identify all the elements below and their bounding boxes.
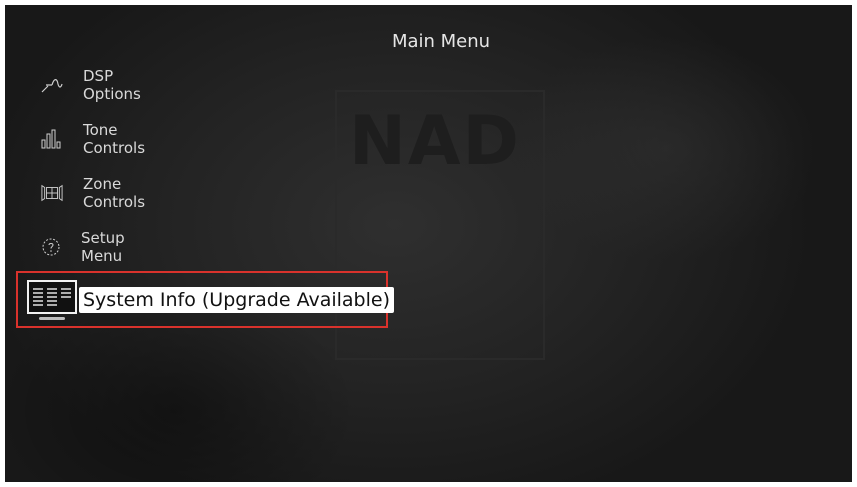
nad-logo-text: NAD (349, 102, 521, 181)
dsp-wave-icon (41, 75, 63, 95)
menu-item-setup-menu[interactable]: Setup Menu (33, 229, 127, 265)
menu-item-dsp-options[interactable]: DSP Options (33, 67, 141, 103)
menu-item-label: Zone Controls (83, 175, 146, 211)
menu-item-tone-controls[interactable]: Tone Controls (33, 121, 146, 157)
menu-item-zone-controls[interactable]: Zone Controls (33, 175, 146, 211)
menu-item-label: System Info (Upgrade Available) (79, 286, 394, 313)
zone-speakers-icon (41, 183, 63, 203)
tv-screen: NAD Main Menu DSP Options Tone Controls (5, 5, 852, 482)
menu-item-system-info[interactable]: System Info (Upgrade Available) (16, 271, 394, 328)
menu-item-label: Setup Menu (81, 229, 125, 265)
gear-icon (41, 237, 61, 257)
system-info-monitor-icon (27, 279, 77, 320)
menu-item-label: Tone Controls (83, 121, 146, 157)
page-title: Main Menu (391, 31, 491, 52)
equalizer-bars-icon (41, 129, 63, 149)
menu-item-label: DSP Options (83, 67, 141, 103)
